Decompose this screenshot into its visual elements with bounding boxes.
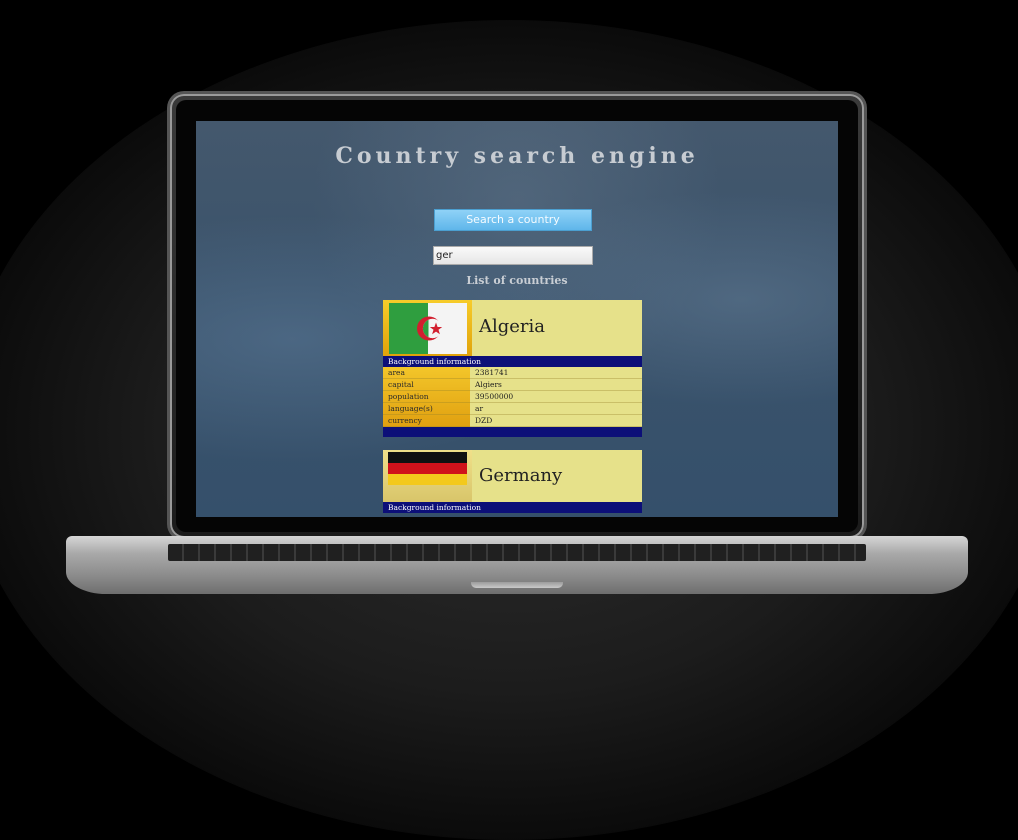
laptop-screen: Country search engine Search a country g… xyxy=(196,121,838,517)
info-key: population xyxy=(383,391,470,403)
germany-flag-icon xyxy=(388,452,467,485)
info-key: area xyxy=(383,367,470,379)
info-key: capital xyxy=(383,379,470,391)
info-value: ar xyxy=(470,403,642,415)
info-table: area capital population language(s) curr… xyxy=(383,367,642,427)
info-key: currency xyxy=(383,415,470,427)
search-input[interactable]: ger xyxy=(433,246,593,265)
flag-frame xyxy=(383,300,472,356)
country-card-header: Algeria xyxy=(383,300,642,356)
list-heading: List of countries xyxy=(466,274,568,287)
search-country-button[interactable]: Search a country xyxy=(434,209,592,231)
country-card-germany: Germany Background information xyxy=(383,450,642,513)
country-card-algeria: Algeria Background information area capi… xyxy=(383,300,642,437)
flag-frame xyxy=(383,450,472,502)
country-name[interactable]: Algeria xyxy=(479,316,545,337)
page-title: Country search engine xyxy=(335,143,699,169)
country-card-header: Germany xyxy=(383,450,642,502)
info-value: 2381741 xyxy=(470,367,642,379)
card-footer-bar xyxy=(383,427,642,437)
info-value: Algiers xyxy=(470,379,642,391)
background-information-bar: Background information xyxy=(383,502,642,513)
algeria-flag-icon xyxy=(389,303,467,354)
info-values-column: 2381741 Algiers 39500000 ar DZD xyxy=(470,367,642,427)
info-key: language(s) xyxy=(383,403,470,415)
laptop-trackpad-notch xyxy=(471,582,563,588)
laptop-keyboard xyxy=(168,544,866,561)
info-value: DZD xyxy=(470,415,642,427)
background-information-bar: Background information xyxy=(383,356,642,367)
info-value: 39500000 xyxy=(470,391,642,403)
country-name[interactable]: Germany xyxy=(479,465,562,486)
info-keys-column: area capital population language(s) curr… xyxy=(383,367,470,427)
